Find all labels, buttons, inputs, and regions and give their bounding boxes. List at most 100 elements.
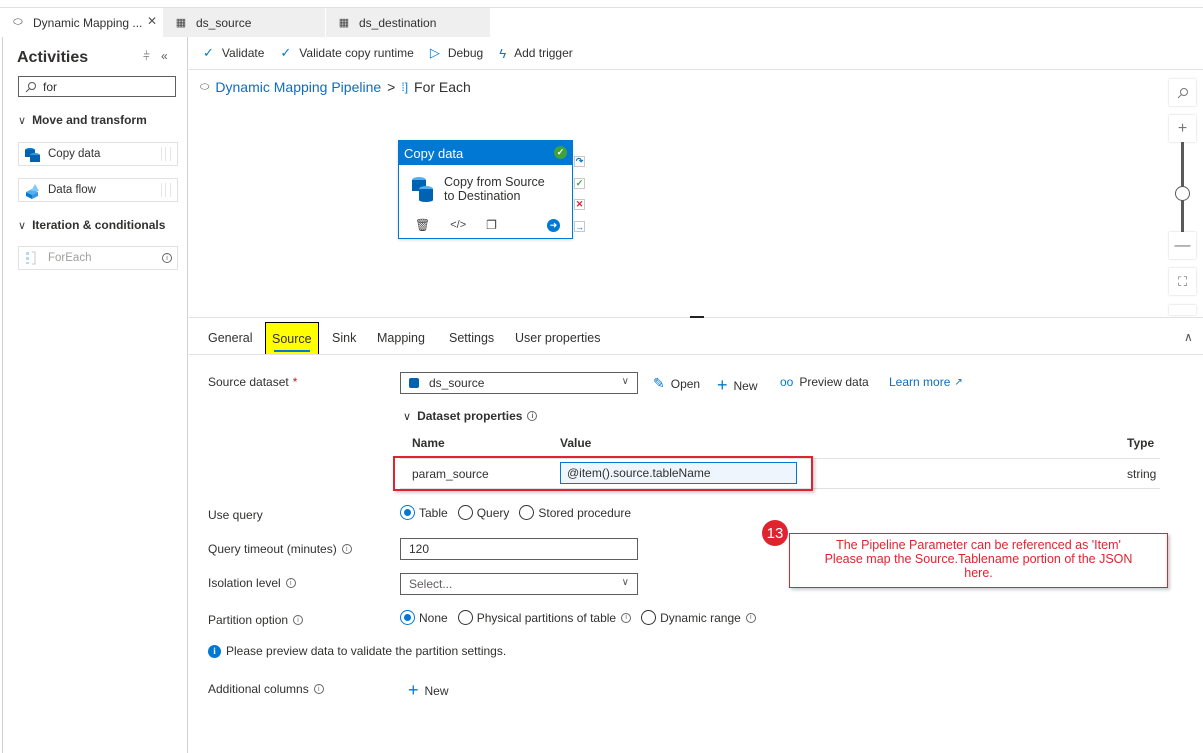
search-input[interactable] bbox=[43, 79, 163, 94]
source-dataset-label: Source dataset * bbox=[208, 375, 297, 389]
radio-query[interactable]: Query bbox=[457, 505, 509, 520]
radio-stored-procedure[interactable]: Stored procedure bbox=[519, 505, 631, 520]
info-icon[interactable]: i bbox=[285, 578, 296, 588]
info-filled-icon: i bbox=[208, 644, 221, 658]
query-timeout-input[interactable] bbox=[400, 538, 638, 560]
info-icon[interactable]: i bbox=[293, 615, 304, 625]
drag-handle[interactable] bbox=[161, 183, 171, 197]
tab-source[interactable]: Source bbox=[265, 322, 319, 354]
add-trigger-button[interactable]: ϟ Add trigger bbox=[499, 46, 573, 61]
close-icon[interactable]: ✕ bbox=[147, 14, 157, 28]
auto-align-button[interactable] bbox=[1169, 305, 1196, 315]
info-icon[interactable]: i bbox=[621, 612, 632, 623]
chevron-down-icon: ∨ bbox=[403, 410, 412, 423]
section-move-and-transform[interactable]: ∨ Move and transform bbox=[18, 113, 147, 127]
splitter-grip[interactable] bbox=[690, 316, 704, 318]
isolation-level-select[interactable]: Select... ∨ bbox=[400, 573, 638, 595]
callout-line: The Pipeline Parameter can be referenced… bbox=[836, 538, 1121, 552]
skip-port-icon[interactable]: ↷ bbox=[574, 156, 585, 167]
section-iteration-conditionals[interactable]: ∨ Iteration & conditionals bbox=[18, 218, 165, 232]
copy-data-activity-node[interactable]: Copy data ✓ Copy from Source to Destinat… bbox=[398, 140, 573, 239]
info-icon[interactable]: i bbox=[341, 544, 352, 554]
source-dataset-select[interactable]: ds_source ∨ bbox=[400, 372, 638, 394]
zoom-out-button[interactable]: — bbox=[1169, 232, 1196, 259]
success-port-icon[interactable]: ✓ bbox=[574, 178, 585, 189]
tab-ds-destination[interactable]: ▦ ds_destination bbox=[326, 8, 490, 37]
activities-search[interactable] bbox=[18, 76, 176, 97]
zoom-in-button[interactable]: + bbox=[1169, 115, 1196, 142]
section-label: Move and transform bbox=[32, 113, 147, 127]
tab-ds-source[interactable]: ▦ ds_source bbox=[163, 8, 325, 37]
drag-handle[interactable] bbox=[161, 147, 171, 161]
tab-mapping[interactable]: Mapping bbox=[377, 322, 425, 354]
delete-icon[interactable]: 🗑 bbox=[415, 218, 430, 232]
radio-none[interactable]: None bbox=[400, 610, 448, 625]
section-label: Iteration & conditionals bbox=[32, 218, 166, 232]
failure-port-icon[interactable]: ✕ bbox=[574, 199, 585, 210]
tab-sink[interactable]: Sink bbox=[332, 322, 356, 354]
tab-user-properties[interactable]: User properties bbox=[515, 322, 600, 354]
tab-general[interactable]: General bbox=[208, 322, 252, 354]
completion-port-icon[interactable]: → bbox=[574, 221, 585, 232]
open-dataset-button[interactable]: ✎ Open bbox=[653, 375, 700, 392]
button-label: Open bbox=[670, 376, 701, 391]
learn-more-link[interactable]: Learn more ↗ bbox=[889, 375, 963, 389]
node-name-line: Copy from Source bbox=[444, 175, 545, 189]
column-header-value: Value bbox=[560, 436, 592, 450]
zoom-slider-thumb[interactable] bbox=[1175, 186, 1190, 201]
button-label: New bbox=[424, 683, 449, 698]
info-icon[interactable]: i bbox=[745, 612, 756, 623]
button-label: Debug bbox=[447, 46, 484, 60]
preview-data-button[interactable]: oo Preview data bbox=[780, 375, 869, 389]
select-placeholder: Select... bbox=[409, 577, 453, 591]
select-value: ds_source bbox=[429, 376, 485, 390]
radio-dynamic-range[interactable]: Dynamic range i bbox=[641, 610, 756, 625]
info-icon[interactable]: i bbox=[313, 684, 324, 694]
trigger-icon: ϟ bbox=[499, 45, 507, 61]
canvas-search-button[interactable] bbox=[1169, 79, 1196, 106]
clone-icon[interactable]: ❐ bbox=[486, 218, 497, 232]
plus-icon: + bbox=[408, 680, 419, 700]
activity-foreach[interactable]: ForEach i bbox=[18, 246, 178, 270]
label-text: Isolation level bbox=[208, 576, 281, 590]
code-icon[interactable]: </> bbox=[450, 219, 466, 231]
radio-physical-partitions[interactable]: Physical partitions of table i bbox=[457, 610, 632, 625]
chevron-down-icon: ∨ bbox=[18, 114, 27, 127]
add-column-button[interactable]: + New bbox=[408, 680, 449, 701]
node-type: Copy data bbox=[404, 145, 464, 161]
chevron-down-icon: ∨ bbox=[18, 219, 27, 232]
activity-data-flow[interactable]: Data flow bbox=[18, 178, 178, 202]
tab-dynamic-mapping[interactable]: ⬭ Dynamic Mapping ... ✕ bbox=[0, 8, 162, 37]
info-icon[interactable]: i bbox=[162, 253, 172, 263]
copy-data-icon bbox=[24, 147, 42, 162]
link-label: Learn more bbox=[889, 375, 951, 389]
dataset-properties-toggle[interactable]: ∨ Dataset properties i bbox=[403, 409, 538, 423]
activity-label: Data flow bbox=[48, 184, 96, 196]
pencil-icon: ✎ bbox=[653, 375, 665, 391]
collapse-sidebar-icon[interactable]: « bbox=[161, 49, 168, 63]
use-query-label: Use query bbox=[208, 508, 263, 522]
validate-button[interactable]: ✓ Validate bbox=[203, 45, 264, 61]
activities-sidebar: Activities ⫩ « ∨ Move and transform Copy… bbox=[2, 37, 188, 753]
breadcrumb: ⬭ Dynamic Mapping Pipeline > ⁞] For Each bbox=[200, 79, 471, 95]
new-dataset-button[interactable]: + New bbox=[717, 375, 758, 396]
collapse-all-icon[interactable]: ⫩ bbox=[143, 49, 150, 64]
button-label: New bbox=[733, 378, 758, 393]
info-icon[interactable]: i bbox=[527, 411, 538, 421]
radio-table[interactable]: Table bbox=[400, 505, 448, 520]
debug-button[interactable]: ▷ Debug bbox=[430, 45, 483, 61]
fit-to-screen-button[interactable]: ⛶ bbox=[1169, 268, 1196, 295]
chevron-down-icon: ∨ bbox=[621, 577, 629, 588]
tab-settings[interactable]: Settings bbox=[449, 322, 494, 354]
breadcrumb-pipeline-link[interactable]: Dynamic Mapping Pipeline bbox=[215, 79, 381, 95]
data-flow-icon bbox=[24, 183, 42, 199]
activity-copy-data[interactable]: Copy data bbox=[18, 142, 178, 166]
chevron-up-icon[interactable]: ∧ bbox=[1184, 330, 1193, 344]
chevron-down-icon: ∨ bbox=[621, 376, 629, 387]
foreach-icon bbox=[24, 251, 42, 265]
arrow-right-icon[interactable]: ➜ bbox=[547, 218, 560, 232]
radio-label: None bbox=[419, 610, 448, 625]
radio-dot bbox=[457, 505, 473, 520]
validate-runtime-button[interactable]: ✓ Validate copy runtime bbox=[280, 45, 413, 61]
label-text: Partition option bbox=[208, 613, 289, 627]
